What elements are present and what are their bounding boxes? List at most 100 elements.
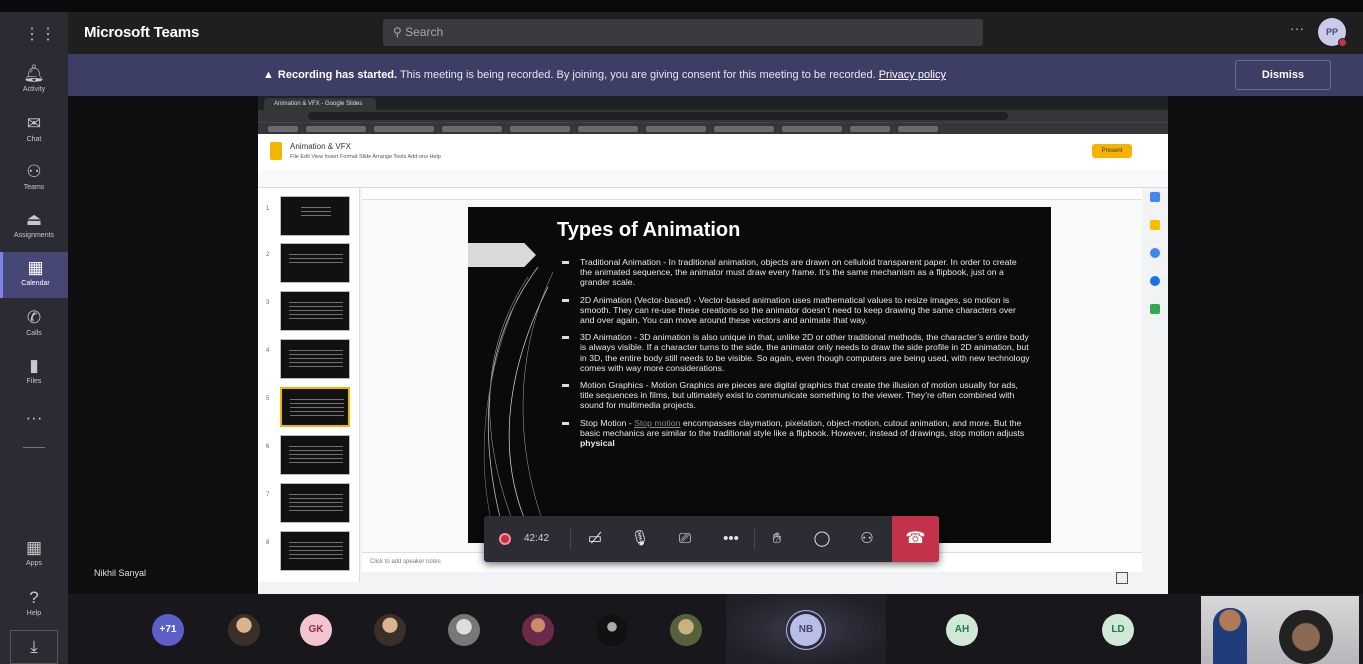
slide-number: 7 xyxy=(266,492,270,498)
video-person xyxy=(1213,608,1247,664)
browser-tab: Animation & VFX - Google Slides xyxy=(264,98,376,110)
camera-off-icon[interactable]: ▭̸ xyxy=(582,526,608,552)
rail-download[interactable]: ⤓ xyxy=(10,630,58,664)
rail-label: Apps xyxy=(26,560,42,567)
slides-header: Animation & VFX File Edit View Insert Fo… xyxy=(258,134,1168,170)
rail-activity[interactable]: 🔔︎ Activity xyxy=(0,58,68,104)
slide-number: 5 xyxy=(266,396,270,402)
bullet-item: Traditional Animation - In traditional a… xyxy=(560,257,1030,288)
slide-thumbnail xyxy=(280,291,350,331)
profile-avatar[interactable]: PP xyxy=(1318,18,1347,47)
search-placeholder: Search xyxy=(405,25,444,39)
slide-thumbnail xyxy=(280,483,350,523)
search-input[interactable]: ⚲ Search xyxy=(383,19,983,46)
calendar-addon-icon xyxy=(1150,192,1160,202)
slide-number: 2 xyxy=(266,252,270,258)
rail-more[interactable]: ··· xyxy=(0,402,68,448)
bullet-prefix: Stop Motion - xyxy=(580,417,635,428)
slide-title: Types of Animation xyxy=(557,219,741,241)
help-icon: ? xyxy=(29,588,39,607)
calendar-icon: ▦ xyxy=(27,258,44,277)
slide-thumbnail-selected xyxy=(280,387,350,427)
bookmarks-bar xyxy=(258,122,1168,134)
bell-icon: 🔔︎ xyxy=(23,64,45,83)
file-icon: ▮ xyxy=(29,356,39,375)
slide-bullets: Traditional Animation - In traditional a… xyxy=(560,257,1030,448)
participant-strip xyxy=(68,594,1363,664)
rail-apps[interactable]: ▦ Apps xyxy=(0,532,68,578)
app-launcher-icon[interactable]: ⋮⋮ xyxy=(24,24,56,44)
rail-label: Calendar xyxy=(21,280,50,287)
raise-hand-icon[interactable]: ✋︎ xyxy=(764,526,790,552)
bookmark xyxy=(782,126,842,132)
participants-icon[interactable]: ⚇ xyxy=(854,526,880,552)
slide-thumbnail xyxy=(280,531,350,571)
side-panel-icons xyxy=(1144,182,1168,482)
participant-avatar xyxy=(448,614,480,646)
rail-teams[interactable]: ⚇ Teams xyxy=(0,156,68,202)
participant-avatar xyxy=(596,614,628,646)
teams-icon: ⚇ xyxy=(26,162,42,181)
bullet-bold: physical xyxy=(580,438,615,448)
contacts-addon-icon xyxy=(1150,276,1160,286)
ruler xyxy=(362,188,1142,200)
rail-calendar[interactable]: ▦ Calendar xyxy=(0,252,68,298)
browser-tab-strip: Animation & VFX - Google Slides xyxy=(258,96,1168,110)
slides-logo-icon xyxy=(270,142,282,160)
slide-number: 1 xyxy=(266,206,270,212)
bookmark xyxy=(306,126,366,132)
more-icon: ··· xyxy=(25,408,43,427)
recording-icon xyxy=(499,533,511,545)
doc-title: Animation & VFX xyxy=(290,142,351,151)
rail-calls[interactable]: ✆ Calls xyxy=(0,302,68,348)
participant-avatar xyxy=(522,614,554,646)
rail-chat[interactable]: ✉︎ Chat xyxy=(0,108,68,154)
app-title: Microsoft Teams xyxy=(84,24,200,41)
dismiss-button[interactable]: Dismiss xyxy=(1235,60,1331,90)
divider xyxy=(570,528,571,550)
call-timer: 42:42 xyxy=(524,533,550,544)
hang-up-button[interactable]: ☎︎ xyxy=(892,516,939,562)
privacy-policy-link[interactable]: Privacy policy xyxy=(879,69,946,81)
bookmark xyxy=(578,126,638,132)
url-field xyxy=(308,112,1008,120)
profile-initials: PP xyxy=(1325,27,1338,37)
overflow-participants-badge[interactable]: +71 xyxy=(152,614,184,646)
phone-icon: ✆ xyxy=(26,308,42,327)
participant-video xyxy=(1201,596,1359,664)
rail-help[interactable]: ? Help xyxy=(0,582,68,628)
more-actions-icon[interactable]: ••• xyxy=(718,526,744,552)
banner-bold: Recording has started. xyxy=(277,69,398,81)
mic-off-icon[interactable]: 🎙︎ xyxy=(627,526,653,552)
download-icon: ⤓ xyxy=(30,637,38,656)
bookmark xyxy=(714,126,774,132)
maps-addon-icon xyxy=(1150,304,1160,314)
participant-avatar: NB xyxy=(790,614,822,646)
keep-addon-icon xyxy=(1150,220,1160,230)
bookmark xyxy=(898,126,938,132)
slide-thumbnail xyxy=(280,339,350,379)
slides-toolbar xyxy=(258,170,1168,188)
bullet-item: 2D Animation (Vector-based) - Vector-bas… xyxy=(560,295,1030,326)
teams-window: ⋮⋮ Microsoft Teams ⚲ Search ··· PP 🔔︎ Ac… xyxy=(0,0,1363,664)
presenter-name: Nikhil Sanyal xyxy=(94,568,147,578)
hang-up-icon: ☎︎ xyxy=(905,530,926,547)
more-options-icon[interactable]: ··· xyxy=(1290,20,1304,36)
arrow-shape xyxy=(468,243,536,267)
rail-label: Teams xyxy=(23,184,45,191)
status-dot xyxy=(1338,38,1347,47)
bullet-item: 3D Animation - 3D animation is also uniq… xyxy=(560,332,1030,373)
rail-label: Help xyxy=(26,610,42,617)
slide-thumbnail xyxy=(280,243,350,283)
bookmark xyxy=(442,126,502,132)
chat-icon[interactable]: ◯ xyxy=(809,526,835,552)
bookmark xyxy=(510,126,570,132)
bookmark xyxy=(646,126,706,132)
rail-label: Chat xyxy=(26,136,42,143)
rail-files[interactable]: ▮ Files xyxy=(0,350,68,396)
banner-text: ▲ Recording has started. This meeting is … xyxy=(263,69,946,81)
bullet-item: Stop Motion - Stop motion encompasses cl… xyxy=(560,418,1030,448)
share-screen-icon[interactable]: ⎚ xyxy=(672,526,698,552)
apps-icon: ▦ xyxy=(25,538,43,557)
rail-assignments[interactable]: ⏏︎ Assignments xyxy=(0,204,68,250)
